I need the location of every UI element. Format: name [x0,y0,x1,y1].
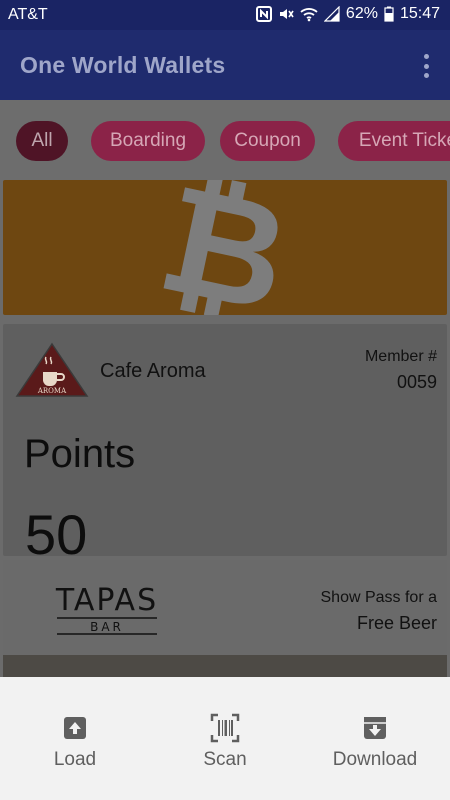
chip-boarding[interactable]: Boarding [91,121,205,161]
cafe-aroma-logo: AROMA [15,342,89,398]
load-button[interactable]: Load [15,713,135,771]
download-button[interactable]: Download [315,713,435,771]
battery-percent: 62% [345,5,378,22]
nfc-icon [255,6,272,22]
download-label: Download [332,749,418,770]
next-pass-card-edge [3,655,447,677]
app-title: One World Wallets [20,52,226,78]
status-bar: AT&T 62% 15:47 [0,0,450,30]
points-label: Points [24,432,136,476]
battery-icon [384,6,394,22]
bitcoin-icon: ₿ [146,180,303,315]
tapas-logo-line2: BAR [90,620,124,634]
points-value: 50 [25,503,88,557]
clock: 15:47 [399,5,440,22]
member-number: 0059 [396,372,437,392]
download-icon [360,713,390,743]
chip-coupon[interactable]: Coupon [220,121,315,161]
cafe-logo-text: AROMA [37,387,67,395]
promo-line-1: Show Pass for a [320,589,438,606]
more-vert-icon[interactable] [420,54,432,78]
bitcoin-pass-card[interactable]: ₿ [3,180,447,315]
upload-icon [60,713,90,743]
app-bar: One World Wallets [0,30,450,100]
tapas-bar-logo: TAPAS BAR [51,578,163,642]
wifi-icon [300,6,318,22]
member-label: Member # [364,348,437,365]
filter-chips: All Boarding Coupon Event Ticke [0,100,450,180]
tapas-bar-pass-card[interactable]: TAPAS BAR Show Pass for a Free Beer [3,560,447,660]
load-label: Load [53,749,97,770]
cafe-name: Cafe Aroma [100,360,206,382]
carrier-name: AT&T [8,6,48,23]
tapas-logo-line1: TAPAS [55,583,158,618]
bottom-action-sheet: Load Scan Download [0,677,450,800]
scan-button[interactable]: Scan [165,713,285,771]
mute-icon [278,6,294,22]
status-icons: 62% 15:47 [255,5,440,23]
barcode-scan-icon [210,713,240,743]
promo-line-2: Free Beer [356,613,437,633]
scan-label: Scan [203,749,247,770]
chip-event-tickets[interactable]: Event Ticke [338,121,450,161]
chip-all[interactable]: All [16,121,68,161]
signal-icon [323,6,340,22]
cafe-aroma-pass-card[interactable]: AROMA Cafe Aroma Member # 0059 Points 50 [3,324,447,556]
